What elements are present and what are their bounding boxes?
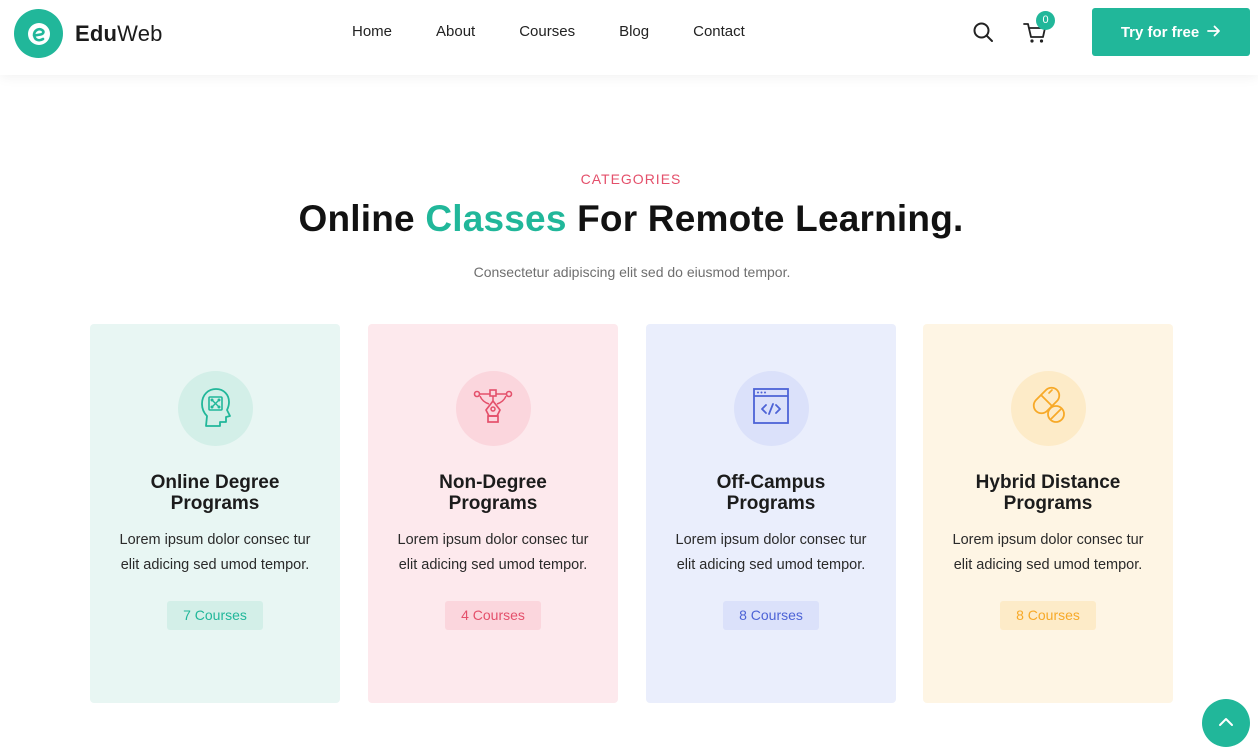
card-icon-circle — [1010, 371, 1086, 446]
course-count-badge[interactable]: 8 Courses — [723, 601, 819, 630]
category-card-online-degree[interactable]: Online Degree Programs Lorem ipsum dolor… — [90, 324, 340, 703]
pen-tool-icon — [472, 385, 514, 432]
course-count-badge[interactable]: 8 Courses — [1000, 601, 1096, 630]
card-icon-circle — [177, 371, 253, 446]
arrow-right-icon — [1207, 24, 1221, 41]
nav-blog[interactable]: Blog — [597, 0, 671, 64]
card-title: Non-Degree Programs — [439, 472, 547, 514]
nav-home[interactable]: Home — [330, 0, 414, 64]
card-icon-circle — [455, 371, 531, 446]
chevron-up-icon — [1218, 714, 1234, 732]
card-icon-circle — [733, 371, 809, 446]
try-for-free-label: Try for free — [1120, 23, 1200, 41]
brand-name-light: Web — [117, 20, 163, 46]
category-card-hybrid-distance[interactable]: Hybrid Distance Programs Lorem ipsum dol… — [923, 324, 1173, 703]
pills-icon — [1027, 385, 1069, 432]
card-title: Online Degree Programs — [150, 472, 280, 514]
brand-name: EduWeb — [75, 21, 163, 47]
nav-courses[interactable]: Courses — [497, 0, 597, 64]
section-subtitle: Consectetur adipiscing elit sed do eiusm… — [473, 264, 791, 280]
card-description: Lorem ipsum dolor consec tur elit adicin… — [952, 532, 1144, 573]
brand-name-bold: Edu — [75, 20, 118, 46]
category-card-non-degree[interactable]: Non-Degree Programs Lorem ipsum dolor co… — [368, 324, 618, 703]
title-accent: Classes — [425, 198, 567, 239]
cart-count-badge: 0 — [1036, 11, 1055, 30]
try-for-free-button[interactable]: Try for free — [1092, 8, 1250, 56]
title-part-1: Online — [298, 198, 426, 239]
nav-contact[interactable]: Contact — [671, 0, 767, 64]
card-description: Lorem ipsum dolor consec tur elit adicin… — [397, 532, 589, 573]
nav-about[interactable]: About — [414, 0, 497, 64]
course-count-badge[interactable]: 7 Courses — [167, 601, 263, 630]
card-title: Hybrid Distance Programs — [975, 472, 1121, 514]
section-eyebrow: CATEGORIES — [580, 171, 682, 187]
brand-logo[interactable]: EduWeb — [14, 9, 163, 58]
site-header: EduWeb Home About Courses Blog Contact 0… — [0, 0, 1258, 75]
course-count-badge[interactable]: 4 Courses — [445, 601, 541, 630]
section-title: Online Classes For Remote Learning. — [0, 198, 1258, 240]
card-description: Lorem ipsum dolor consec tur elit adicin… — [675, 532, 867, 573]
title-part-2: For Remote Learning. — [566, 198, 964, 239]
brain-head-icon — [195, 384, 235, 433]
search-icon[interactable] — [971, 20, 995, 44]
main-nav: Home About Courses Blog Contact — [330, 0, 767, 64]
card-description: Lorem ipsum dolor consec tur elit adicin… — [119, 532, 311, 573]
category-card-off-campus[interactable]: Off-Campus Programs Lorem ipsum dolor co… — [646, 324, 896, 703]
logo-e-icon — [14, 9, 63, 58]
scroll-to-top-button[interactable] — [1202, 699, 1250, 747]
card-title: Off-Campus Programs — [716, 472, 826, 514]
code-window-icon — [751, 386, 791, 431]
